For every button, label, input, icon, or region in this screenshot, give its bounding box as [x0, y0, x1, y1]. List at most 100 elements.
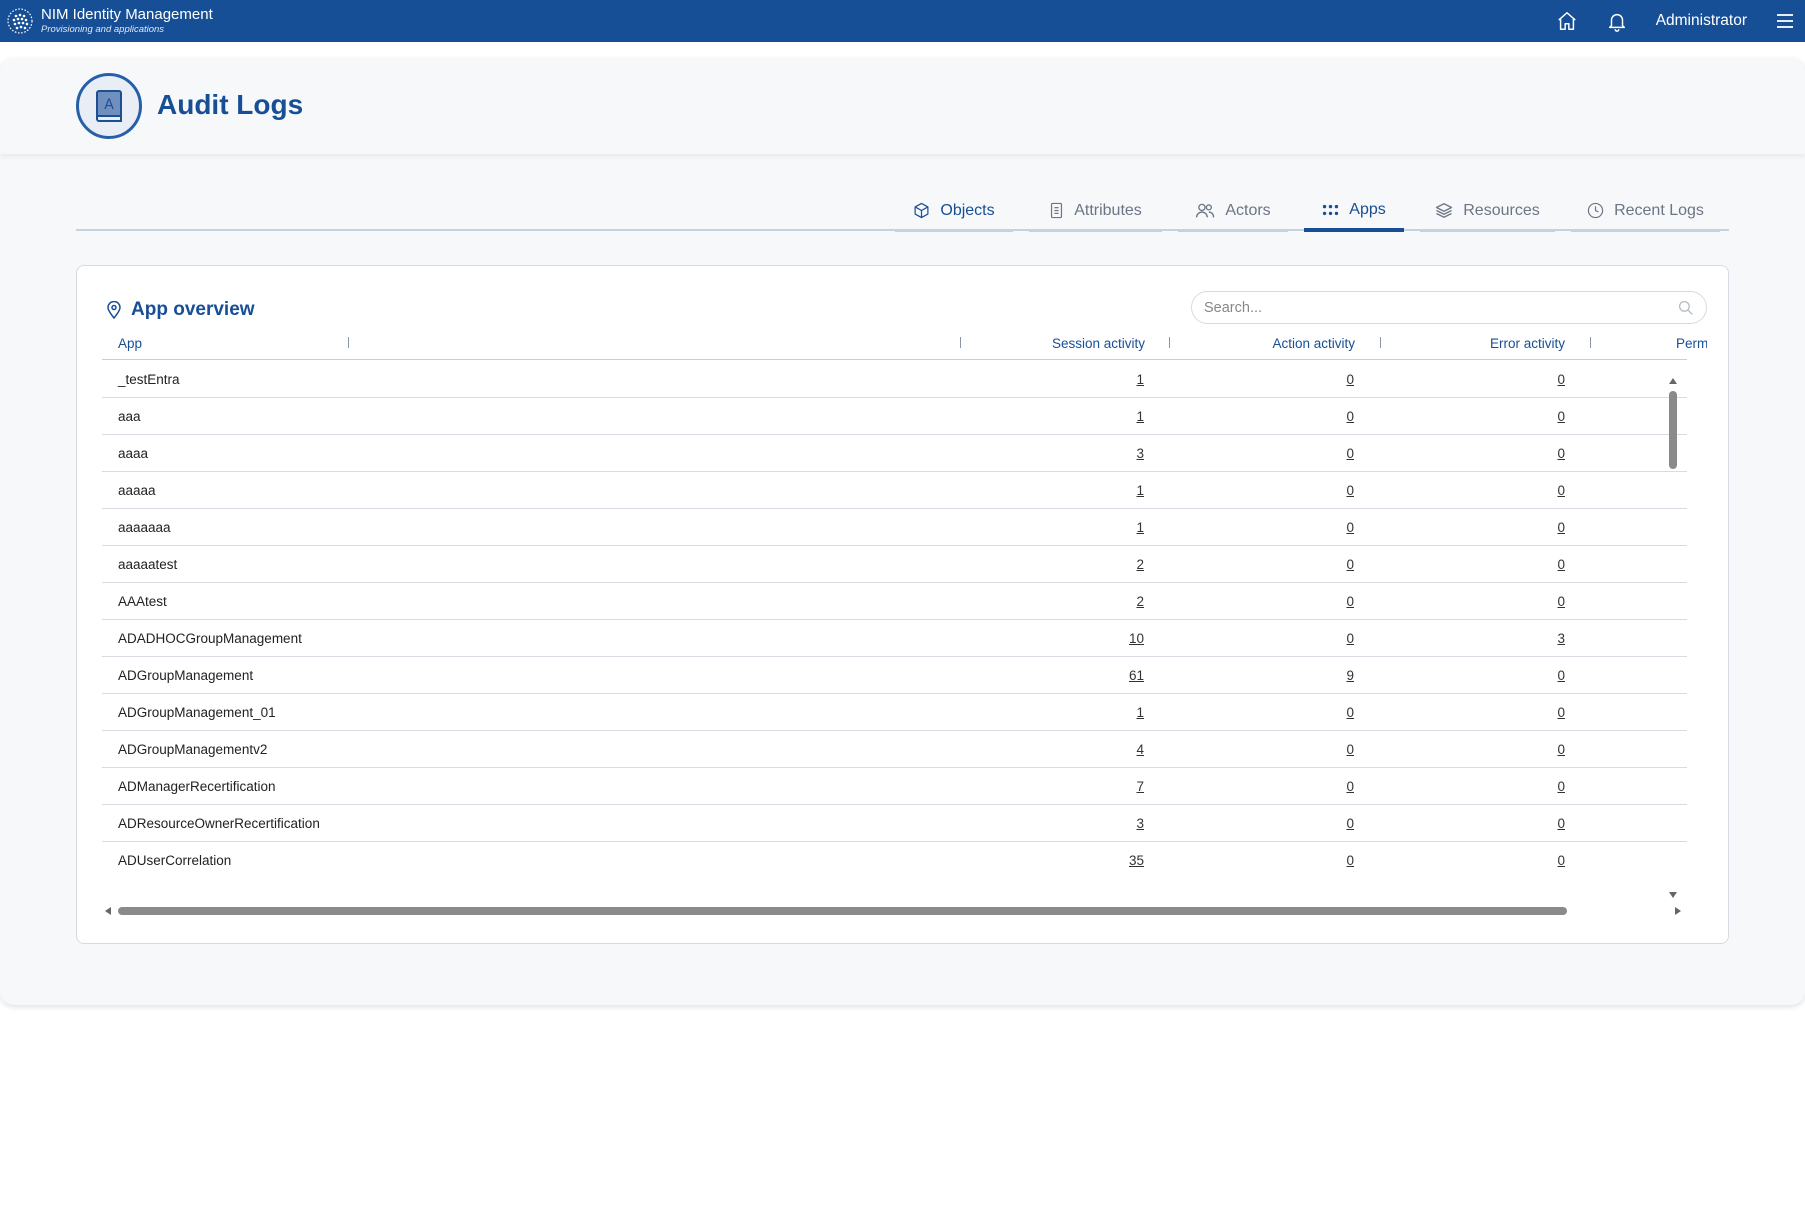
column-resizer[interactable]	[1590, 337, 1591, 348]
action-activity-link[interactable]: 0	[1346, 731, 1354, 768]
table-row[interactable]: aaaaaaa 1 0 0	[102, 509, 1687, 546]
action-activity-link[interactable]: 0	[1346, 768, 1354, 805]
app-name: ADGroupManagement	[118, 668, 254, 683]
error-activity-link[interactable]: 0	[1557, 842, 1565, 871]
table-row[interactable]: ADManagerRecertification 7 0 0	[102, 768, 1687, 805]
scroll-right-arrow-icon[interactable]	[1675, 907, 1681, 915]
table-row[interactable]: ADGroupManagement_01 1 0 0	[102, 694, 1687, 731]
session-activity-link[interactable]: 4	[1136, 731, 1144, 768]
tab-attributes[interactable]: Attributes	[1029, 192, 1162, 232]
audit-book-icon: A	[76, 73, 142, 139]
app-name: ADGroupManagement_01	[118, 705, 276, 720]
table-row[interactable]: ADGroupManagement 61 9 0	[102, 657, 1687, 694]
table-row[interactable]: aaaaa 1 0 0	[102, 472, 1687, 509]
session-activity-link[interactable]: 1	[1136, 472, 1144, 509]
session-activity-link[interactable]: 3	[1136, 805, 1144, 842]
table-row[interactable]: ADResourceOwnerRecertification 3 0 0	[102, 805, 1687, 842]
page-header: A Audit Logs	[0, 58, 1805, 154]
location-pin-icon	[107, 301, 121, 319]
action-activity-link[interactable]: 0	[1346, 842, 1354, 871]
document-icon	[1051, 202, 1063, 219]
table-row[interactable]: aaa 1 0 0	[102, 398, 1687, 435]
column-resizer[interactable]	[348, 337, 349, 348]
action-activity-link[interactable]: 0	[1346, 509, 1354, 546]
tab-recent-logs[interactable]: Recent Logs	[1571, 192, 1720, 232]
action-activity-link[interactable]: 0	[1346, 620, 1354, 657]
error-activity-link[interactable]: 0	[1557, 435, 1565, 472]
column-resizer[interactable]	[1169, 337, 1170, 348]
session-activity-link[interactable]: 10	[1129, 620, 1144, 657]
session-activity-link[interactable]: 35	[1129, 842, 1144, 871]
session-activity-link[interactable]: 1	[1136, 694, 1144, 731]
apps-grid-icon	[1323, 204, 1339, 216]
error-activity-link[interactable]: 0	[1557, 509, 1565, 546]
action-activity-link[interactable]: 0	[1346, 435, 1354, 472]
action-activity-link[interactable]: 0	[1346, 546, 1354, 583]
action-activity-link[interactable]: 0	[1346, 472, 1354, 509]
error-activity-link[interactable]: 0	[1557, 583, 1565, 620]
session-activity-link[interactable]: 1	[1136, 509, 1144, 546]
search-box[interactable]	[1191, 291, 1707, 324]
session-activity-link[interactable]: 2	[1136, 546, 1144, 583]
error-activity-link[interactable]: 0	[1557, 768, 1565, 805]
tab-objects[interactable]: Objects	[895, 192, 1013, 232]
error-activity-link[interactable]: 0	[1557, 694, 1565, 731]
vertical-scrollbar-thumb[interactable]	[1669, 391, 1677, 469]
table-row[interactable]: AAAtest 2 0 0	[102, 583, 1687, 620]
table-row[interactable]: ADGroupManagementv2 4 0 0	[102, 731, 1687, 768]
table-row[interactable]: aaaa 3 0 0	[102, 435, 1687, 472]
action-activity-link[interactable]: 0	[1346, 805, 1354, 842]
column-header-session-activity[interactable]: Session activity	[1052, 336, 1145, 360]
error-activity-link[interactable]: 0	[1557, 398, 1565, 435]
error-activity-link[interactable]: 0	[1557, 731, 1565, 768]
user-menu[interactable]: Administrator	[1642, 12, 1765, 30]
tab-label: Attributes	[1074, 201, 1142, 219]
action-activity-link[interactable]: 0	[1346, 694, 1354, 731]
column-header-app[interactable]: App	[118, 336, 142, 360]
table-row[interactable]: aaaaatest 2 0 0	[102, 546, 1687, 583]
session-activity-link[interactable]: 3	[1136, 435, 1144, 472]
table-row[interactable]: ADUserCorrelation 35 0 0	[102, 842, 1687, 871]
column-header-action-activity[interactable]: Action activity	[1272, 336, 1355, 360]
session-activity-link[interactable]: 7	[1136, 768, 1144, 805]
action-activity-link[interactable]: 0	[1346, 398, 1354, 435]
tab-label: Apps	[1349, 201, 1386, 218]
column-header-perm[interactable]: Perm	[1676, 336, 1707, 360]
error-activity-link[interactable]: 0	[1557, 805, 1565, 842]
tab-resources[interactable]: Resources	[1420, 192, 1555, 232]
column-resizer[interactable]	[960, 337, 961, 348]
search-input[interactable]	[1204, 299, 1678, 316]
table-row[interactable]: _testEntra 1 0 0	[102, 361, 1687, 398]
search-icon[interactable]	[1678, 300, 1694, 316]
error-activity-link[interactable]: 0	[1557, 546, 1565, 583]
session-activity-link[interactable]: 1	[1136, 361, 1144, 398]
error-activity-link[interactable]: 0	[1557, 361, 1565, 398]
column-header-error-activity[interactable]: Error activity	[1490, 336, 1565, 360]
action-activity-link[interactable]: 0	[1346, 361, 1354, 398]
action-activity-link[interactable]: 0	[1346, 583, 1354, 620]
scroll-up-arrow-icon[interactable]	[1669, 378, 1677, 384]
horizontal-scrollbar-thumb[interactable]	[118, 907, 1567, 915]
session-activity-link[interactable]: 61	[1129, 657, 1144, 694]
top-navigation-bar: NIM Identity Management Provisioning and…	[0, 0, 1805, 42]
notifications-button[interactable]	[1592, 0, 1642, 42]
main-menu-button[interactable]	[1765, 0, 1805, 42]
brand[interactable]: NIM Identity Management Provisioning and…	[0, 6, 213, 36]
scroll-down-arrow-icon[interactable]	[1669, 892, 1677, 898]
home-button[interactable]	[1542, 0, 1592, 42]
error-activity-link[interactable]: 0	[1557, 657, 1565, 694]
tab-apps[interactable]: Apps	[1304, 192, 1404, 232]
tab-actors[interactable]: Actors	[1178, 192, 1288, 232]
horizontal-scrollbar[interactable]	[102, 904, 1682, 918]
error-activity-link[interactable]: 0	[1557, 472, 1565, 509]
session-activity-link[interactable]: 1	[1136, 398, 1144, 435]
home-icon	[1557, 12, 1576, 30]
action-activity-link[interactable]: 9	[1346, 657, 1354, 694]
app-name: ADManagerRecertification	[118, 779, 276, 794]
error-activity-link[interactable]: 3	[1557, 620, 1565, 657]
session-activity-link[interactable]: 2	[1136, 583, 1144, 620]
table-row[interactable]: ADADHOCGroupManagement 10 0 3	[102, 620, 1687, 657]
vertical-scrollbar[interactable]	[1666, 377, 1680, 902]
scroll-left-arrow-icon[interactable]	[105, 907, 111, 915]
column-resizer[interactable]	[1380, 337, 1381, 348]
